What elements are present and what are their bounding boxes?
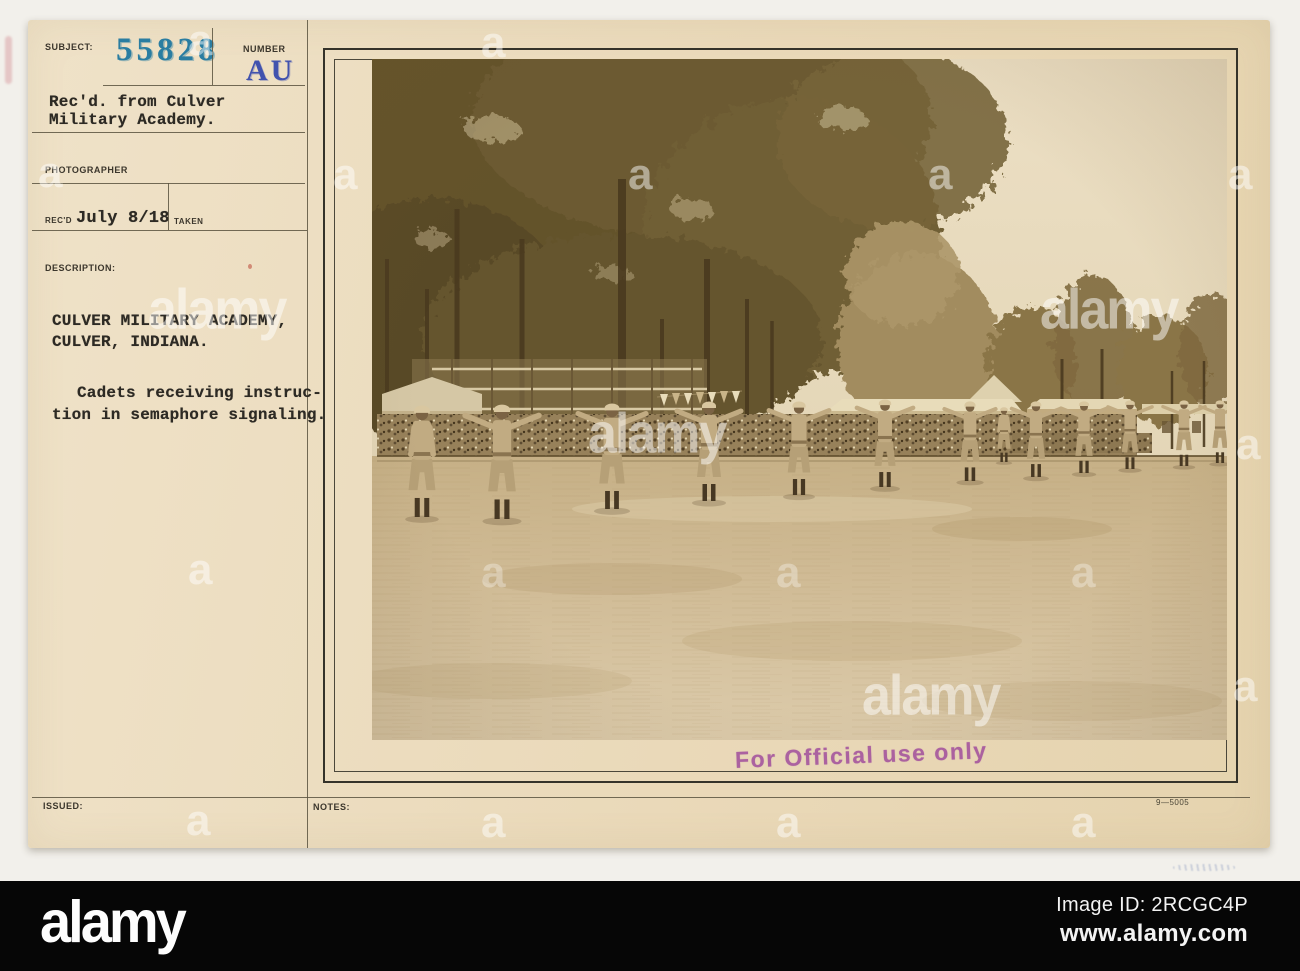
description-label: DESCRIPTION: xyxy=(45,263,116,273)
recd-label: REC'D xyxy=(45,216,73,225)
description-caption-1: Cadets receiving instruc- xyxy=(77,384,323,402)
taken-label: TAKEN xyxy=(174,217,204,226)
alamy-logo: alamy xyxy=(40,888,187,955)
recd-date: July 8/18 xyxy=(76,209,170,228)
footer-info: Image ID: 2RCGC4P www.alamy.com xyxy=(1056,894,1248,948)
subject-number: 55828 xyxy=(116,32,219,68)
alamy-url: www.alamy.com xyxy=(1060,920,1248,947)
photograph xyxy=(372,59,1227,740)
rule-received xyxy=(32,132,305,133)
number-label: NUMBER xyxy=(243,44,286,54)
scan-edge-smudge xyxy=(5,36,12,84)
photographer-label: PHOTOGRAPHER xyxy=(45,165,128,175)
subject-number-divider xyxy=(212,28,213,85)
number-value: AU xyxy=(246,54,296,87)
print-code: 9—5005 xyxy=(1156,798,1190,807)
alamy-footer-bar: alamy Image ID: 2RCGC4P www.alamy.com xyxy=(0,881,1300,971)
stock-photo-page: SUBJECT: 55828 NUMBER AU Rec'd. from Cul… xyxy=(0,0,1300,971)
subject-label: SUBJECT: xyxy=(45,42,94,52)
rule-bottom xyxy=(32,797,1250,798)
received-from-text: Rec'd. from Culver Military Academy. xyxy=(49,93,226,129)
notes-label: NOTES: xyxy=(313,802,351,812)
archive-photo-card: SUBJECT: 55828 NUMBER AU Rec'd. from Cul… xyxy=(28,20,1270,871)
description-place: CULVER MILITARY ACADEMY, CULVER, INDIANA. xyxy=(52,312,288,351)
recd-taken-divider xyxy=(168,183,169,230)
column-divider xyxy=(307,20,308,848)
photo-frame xyxy=(323,48,1238,783)
description-caption-2: tion in semaphore signaling. xyxy=(52,406,327,424)
pencil-notation xyxy=(1173,864,1235,871)
issued-label: ISSUED: xyxy=(43,801,84,811)
red-speck xyxy=(248,264,252,269)
rule-recd xyxy=(32,230,307,231)
rule-subject xyxy=(103,85,305,86)
image-id: Image ID: 2RCGC4P xyxy=(1056,894,1248,916)
